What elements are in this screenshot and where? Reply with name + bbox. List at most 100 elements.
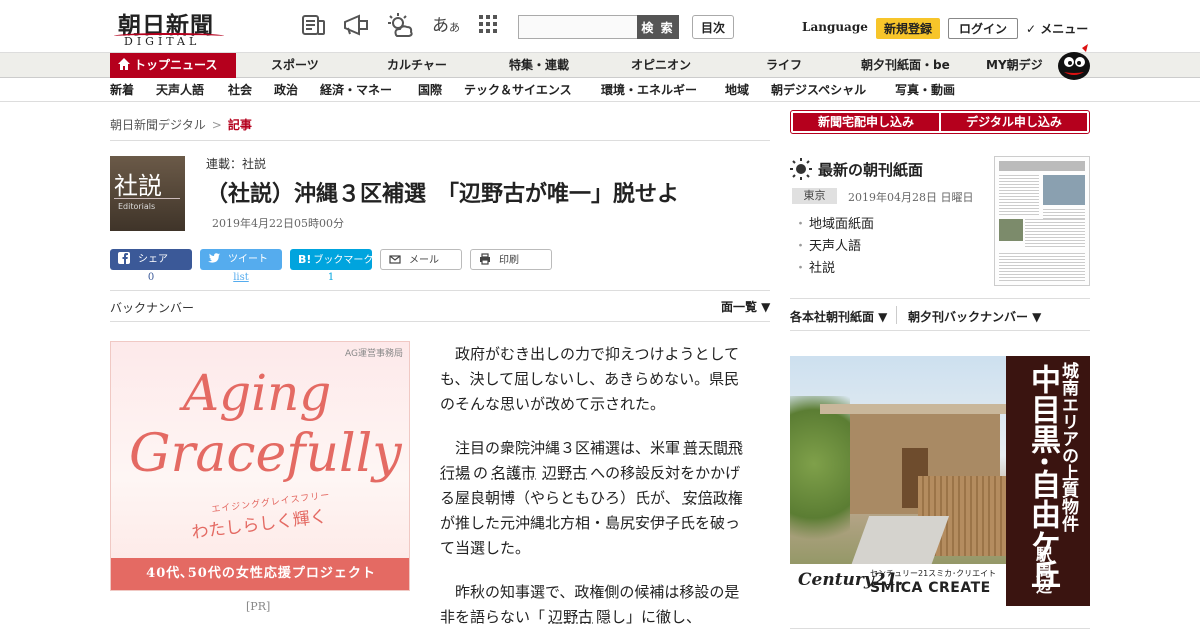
nav-tech-science[interactable]: テック＆サイエンス: [464, 78, 572, 102]
subscribe-paper-button[interactable]: 新聞宅配申し込み: [793, 113, 939, 131]
breadcrumb-separator: >: [211, 118, 222, 132]
edition-region-badge: 東京: [792, 188, 837, 204]
mail-icon: [389, 252, 401, 264]
thumb-rule: [114, 198, 180, 199]
facebook-share-count: 0: [147, 272, 155, 283]
nav-international[interactable]: 国際: [418, 78, 442, 102]
keyword-link[interactable]: 名護市: [491, 464, 536, 482]
article-date: 2019年4月22日05時00分: [212, 217, 344, 230]
nav-photo-video[interactable]: 写真・動画: [895, 78, 955, 102]
paper-masthead: [999, 161, 1085, 171]
register-button[interactable]: 新規登録: [876, 18, 940, 39]
facebook-share-button[interactable]: シェア: [110, 249, 192, 270]
newspaper-icon[interactable]: [301, 13, 329, 39]
facebook-icon: [118, 251, 130, 264]
hatena-bookmark-button[interactable]: B! ブックマーク: [290, 249, 373, 270]
nav-society[interactable]: 社会: [228, 78, 252, 102]
ad-headline-2: Gracefully: [129, 424, 402, 484]
keyword-link[interactable]: 安倍政権: [683, 489, 743, 507]
divider: [790, 330, 1090, 331]
menu-button[interactable]: ✓ メニュー: [1026, 20, 1088, 37]
nav-features[interactable]: 特集・連載: [509, 53, 569, 78]
nav-economy[interactable]: 経済・マネー: [320, 78, 392, 102]
paper-photo: [1043, 175, 1085, 205]
article-title: （社説）沖縄３区補選 「辺野古が唯一」脱せよ: [206, 181, 680, 207]
login-button[interactable]: ログイン: [948, 18, 1018, 39]
nav-region[interactable]: 地域: [725, 78, 749, 102]
ad-roof: [820, 404, 1006, 414]
print-button[interactable]: 印刷: [470, 249, 552, 270]
nav-top-news[interactable]: トップニュース: [110, 53, 236, 78]
weather-icon[interactable]: [386, 13, 414, 39]
article-paragraph: 注目の衆院沖縄３区補選は、米軍 普天間飛行場の名護市 辺野古 への移設反対をかかげる屋…: [440, 439, 744, 557]
megaphone-icon[interactable]: [342, 13, 370, 39]
font-size-icon[interactable]: ああ: [432, 11, 460, 37]
nav-culture[interactable]: カルチャー: [387, 53, 447, 78]
real-estate-ad[interactable]: Century21. センチュリー21スミカ･クリエイト SMICA CREAT…: [790, 356, 1090, 606]
paper-column: [999, 175, 1039, 215]
hatena-icon: B!: [298, 253, 312, 266]
editorial-thumbnail[interactable]: 社説 Editorials: [110, 156, 185, 231]
nav-sports[interactable]: スポーツ: [271, 53, 319, 78]
thumb-kanji: 社説: [114, 172, 162, 200]
divider: [790, 628, 1090, 629]
ad-sponsor: AG運営事務局: [345, 349, 403, 359]
edition-date: 2019年04月28日 日曜日: [848, 191, 974, 204]
article-body: 政府がむき出しの力で抑えつけようとしても、決して屈しないし、あきらめない。県民の…: [440, 342, 754, 630]
nav-environment[interactable]: 環境・エネルギー: [601, 78, 697, 102]
search-input[interactable]: [518, 15, 638, 39]
archive-paper-dropdown[interactable]: 各本社朝刊紙面 ▼: [790, 308, 887, 325]
nav-opinion[interactable]: オピニオン: [631, 53, 691, 78]
aging-gracefully-ad[interactable]: AG運営事務局 Aging Gracefully エイジンググレイスフリー わた…: [110, 341, 410, 591]
divider: [896, 306, 897, 324]
edition-link-tensei-jingo[interactable]: 天声人語: [794, 235, 861, 254]
ad-vertical-copy-3: 駅周辺: [1033, 546, 1052, 594]
series-label[interactable]: 連載：社説: [206, 155, 266, 172]
paper-photo: [999, 219, 1023, 241]
archive-backnumber-dropdown[interactable]: 朝夕刊バックナンバー ▼: [908, 308, 1041, 325]
subscribe-box: 新聞宅配申し込み デジタル申し込み: [790, 110, 1090, 134]
breadcrumb: 朝日新聞デジタル > 記事: [110, 116, 252, 133]
paper-column: [999, 253, 1085, 281]
ad-pr-label: [PR]: [246, 600, 271, 613]
ad-band: 40代､50代の女性応援プロジェクト: [111, 558, 409, 590]
sun-icon: [790, 158, 812, 180]
nav-paper-be[interactable]: 朝夕刊紙面・be: [861, 53, 950, 78]
toc-button[interactable]: 目次: [692, 15, 734, 39]
secondary-nav: 新着 天声人語 社会 政治 経済・マネー 国際 テック＆サイエンス 環境・エネル…: [0, 78, 1200, 102]
nav-latest[interactable]: 新着: [110, 78, 134, 102]
mail-share-button[interactable]: メール: [380, 249, 462, 270]
page-list-dropdown[interactable]: 面一覧 ▼: [721, 298, 770, 315]
subscribe-digital-button[interactable]: デジタル申し込み: [941, 113, 1087, 131]
nav-my-asadigi[interactable]: MY朝デジ: [986, 53, 1043, 78]
search-button[interactable]: 検 索: [637, 15, 679, 39]
divider: [110, 321, 770, 322]
thumb-en: Editorials: [118, 202, 156, 211]
ad-brand-en: SMICA CREATE: [870, 580, 991, 596]
divider: [110, 140, 770, 141]
site-header: 朝日新聞 DIGITAL ああ 検 索 目次 Language 新規登録 ログイ…: [0, 0, 1200, 52]
breadcrumb-home[interactable]: 朝日新聞デジタル: [110, 118, 206, 132]
nav-tensei-jingo[interactable]: 天声人語: [156, 78, 204, 102]
nav-special[interactable]: 朝デジスペシャル: [771, 78, 866, 102]
ad-headline-1: Aging: [183, 364, 332, 422]
edition-link-local[interactable]: 地域面紙面: [794, 213, 874, 232]
asahi-digital-logo[interactable]: 朝日新聞 DIGITAL: [110, 6, 230, 48]
twitter-share-button[interactable]: ツイート: [200, 249, 282, 270]
grid-icon[interactable]: [477, 13, 505, 39]
keyword-link[interactable]: 辺野古: [542, 464, 587, 482]
latest-edition-title: 最新の朝刊紙面: [790, 158, 923, 180]
keyword-link[interactable]: 辺野古: [548, 608, 593, 626]
hatena-bookmark-count: 1: [327, 272, 335, 283]
logo-en: DIGITAL: [124, 35, 201, 48]
nav-life[interactable]: ライフ: [766, 53, 802, 78]
mascot-character[interactable]: [1052, 44, 1092, 80]
article-paragraph: 政府がむき出しの力で抑えつけようとしても、決して屈しないし、あきらめない。県民の…: [440, 345, 740, 413]
edition-link-editorial[interactable]: 社説: [794, 257, 835, 276]
language-link[interactable]: Language: [802, 20, 868, 34]
printer-icon: [479, 252, 491, 265]
newspaper-front-page-thumbnail[interactable]: [994, 156, 1090, 286]
ad-brand-jp: センチュリー21スミカ･クリエイト: [870, 569, 997, 578]
nav-politics[interactable]: 政治: [274, 78, 298, 102]
twitter-share-count[interactable]: list: [200, 272, 282, 283]
